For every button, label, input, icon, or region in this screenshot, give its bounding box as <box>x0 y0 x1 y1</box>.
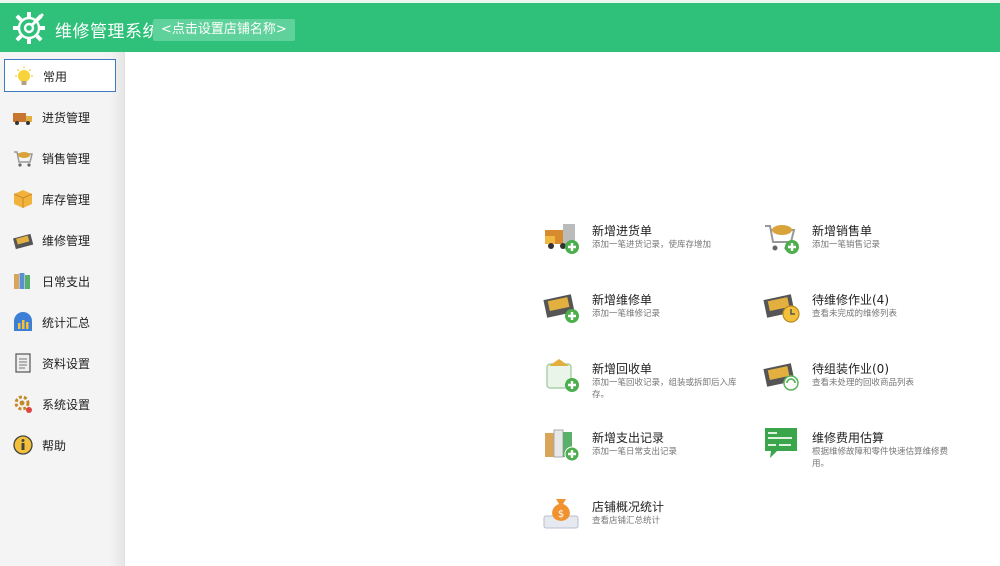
shopping-cart-icon <box>14 151 33 167</box>
new-recycle-order-action[interactable]: 新增回收单 添加一笔回收记录，组装或拆卸后入库存。 <box>543 356 748 416</box>
truck-add-icon <box>545 224 579 254</box>
pending-assembly-jobs-action[interactable]: 待组装作业(0) 查看未处理的回收商品列表 <box>763 356 968 416</box>
box-icon <box>13 190 33 208</box>
sidebar-item-data-settings[interactable]: 资料设置 <box>4 346 116 379</box>
sidebar-item-label: 销售管理 <box>42 152 91 166</box>
binders-icon <box>14 273 30 289</box>
sidebar-item-sales[interactable]: 销售管理 <box>4 141 116 174</box>
sidebar-item-label: 资料设置 <box>42 357 91 371</box>
new-repair-order-action[interactable]: 新增维修单 添加一笔维修记录 <box>543 287 748 347</box>
action-title: 待维修作业(4) <box>812 293 889 307</box>
new-purchase-order-action[interactable]: 新增进货单 添加一笔进货记录，使库存增加 <box>543 218 748 278</box>
sidebar-item-repair[interactable]: 维修管理 <box>4 223 116 256</box>
sidebar-item-label: 统计汇总 <box>42 316 91 330</box>
chart-icon <box>14 312 32 331</box>
toolbox-add-icon <box>543 294 579 323</box>
toolbox-recycle-icon <box>763 363 799 391</box>
shop-name-button[interactable]: <点击设置店铺名称> <box>153 19 295 41</box>
app-header: 维修管理系统 <点击设置店铺名称> <box>0 0 1000 52</box>
new-expense-record-action[interactable]: 新增支出记录 添加一笔日常支出记录 <box>543 425 748 485</box>
sidebar-item-label: 常用 <box>43 70 68 84</box>
wrench-gear-logo-icon <box>13 12 45 44</box>
sidebar-item-help[interactable]: 帮助 <box>4 428 116 461</box>
sidebar-item-label: 维修管理 <box>42 234 91 248</box>
money-bag-icon: $ <box>543 499 579 529</box>
sidebar-item-expense[interactable]: 日常支出 <box>4 264 116 297</box>
action-desc: 查看店铺汇总统计 <box>592 516 661 526</box>
chat-estimate-icon <box>765 428 797 458</box>
action-desc: 添加一笔维修记录 <box>592 309 661 319</box>
action-title: 维修费用估算 <box>812 431 885 445</box>
lightbulb-icon <box>15 66 33 85</box>
toolbox-clock-icon <box>763 294 800 323</box>
repair-cost-estimate-action[interactable]: 维修费用估算 根据维修故障和零件快速估算维修费用。 <box>763 425 968 485</box>
action-title: 新增回收单 <box>592 362 653 376</box>
sidebar-item-system-settings[interactable]: 系统设置 <box>4 387 116 420</box>
sidebar-item-label: 系统设置 <box>42 398 91 412</box>
action-title: 新增维修单 <box>592 293 653 307</box>
action-title: 新增销售单 <box>812 224 873 238</box>
action-desc: 添加一笔销售记录 <box>812 240 881 250</box>
sidebar-item-label: 进货管理 <box>42 111 91 125</box>
action-desc: 查看未处理的回收商品列表 <box>812 378 915 388</box>
action-title: 新增支出记录 <box>592 431 665 445</box>
sidebar: 常用 进货管理 销售管理 库存管理 维修管理 日常支出 统计汇总 资料设置 系统… <box>0 52 125 566</box>
store-overview-statistics-action[interactable]: $ 店铺概况统计 查看店铺汇总统计 <box>543 494 748 554</box>
sidebar-item-inventory[interactable]: 库存管理 <box>4 182 116 215</box>
truck-icon <box>13 113 32 125</box>
action-title: 待组装作业(0) <box>812 362 889 376</box>
sidebar-item-purchase[interactable]: 进货管理 <box>4 100 116 133</box>
toolbox-icon <box>13 233 34 250</box>
svg-text:$: $ <box>558 509 564 520</box>
new-sales-order-action[interactable]: 新增销售单 添加一笔销售记录 <box>763 218 968 278</box>
sidebar-item-label: 库存管理 <box>42 193 91 207</box>
app-title: 维修管理系统 <box>55 22 160 42</box>
sidebar-item-common[interactable]: 常用 <box>4 59 116 92</box>
sidebar-item-statistics[interactable]: 统计汇总 <box>4 305 116 338</box>
action-desc: 添加一笔进货记录，使库存增加 <box>592 240 712 250</box>
recycle-add-icon <box>546 359 579 392</box>
gear-icon <box>14 395 32 413</box>
action-title: 新增进货单 <box>592 224 653 238</box>
binders-add-icon <box>545 429 580 462</box>
help-icon <box>13 435 33 455</box>
action-desc: 查看未完成的维修列表 <box>812 309 898 319</box>
action-desc: 根据维修故障和零件快速估算维修费用。 <box>812 447 949 469</box>
sidebar-item-label: 日常支出 <box>42 275 91 289</box>
sidebar-item-label: 帮助 <box>42 439 67 453</box>
document-icon <box>15 353 31 373</box>
pending-repair-jobs-action[interactable]: 待维修作业(4) 查看未完成的维修列表 <box>763 287 968 347</box>
action-desc: 添加一笔回收记录，组装或拆卸后入库存。 <box>592 378 737 400</box>
action-title: 店铺概况统计 <box>592 500 665 514</box>
action-desc: 添加一笔日常支出记录 <box>592 447 678 457</box>
cart-add-icon <box>765 225 799 254</box>
